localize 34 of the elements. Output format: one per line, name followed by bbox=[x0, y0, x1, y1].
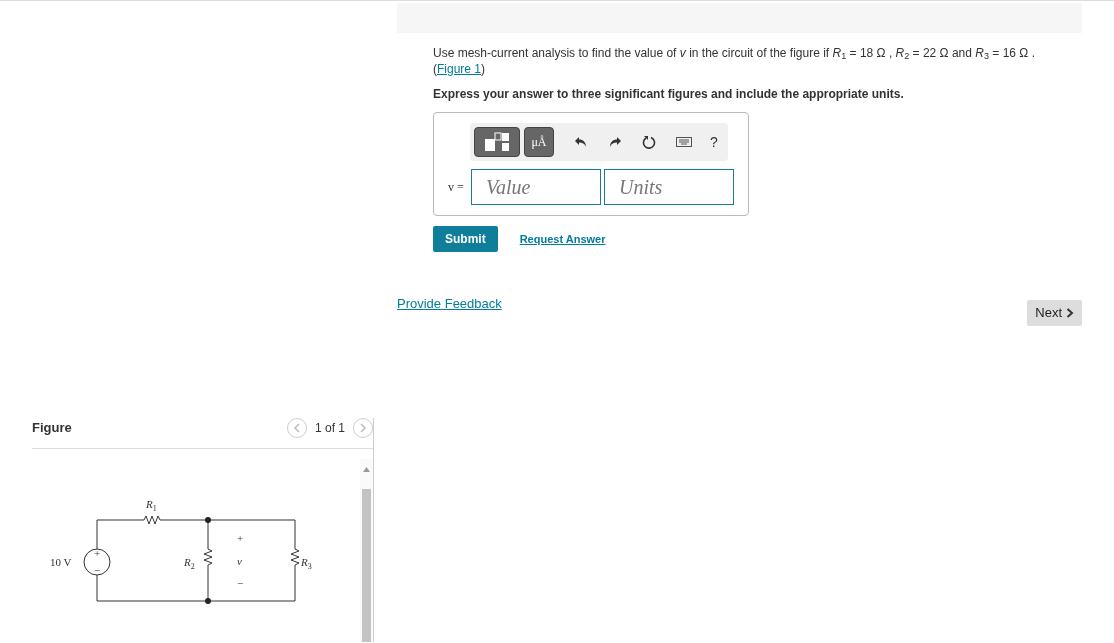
keyboard-icon[interactable] bbox=[676, 137, 692, 147]
minus-sign: − bbox=[94, 564, 101, 576]
provide-feedback-link[interactable]: Provide Feedback bbox=[397, 294, 502, 314]
value-input[interactable]: Value bbox=[471, 169, 601, 205]
units-input[interactable]: Units bbox=[604, 169, 734, 205]
figure-link[interactable]: Figure 1 bbox=[437, 62, 482, 76]
question-text: Use mesh-current analysis to find the value of v in the circuit of the figure if R$_{1}$ = 18 Ω , R$_{2}$ = 22 Ω and R$_{3}$ = 16 Ω . (Figure 1) bbox=[433, 45, 1036, 77]
chevron-left-icon bbox=[292, 423, 301, 433]
chevron-right-icon bbox=[359, 423, 367, 433]
voltage-label: 10 V bbox=[50, 556, 72, 568]
redo-icon[interactable] bbox=[608, 135, 622, 149]
request-answer-link[interactable]: Request Answer bbox=[519, 230, 606, 248]
undo-icon[interactable] bbox=[574, 135, 588, 149]
figure-heading: Figure bbox=[32, 419, 72, 438]
scroll-up-icon[interactable] bbox=[360, 464, 373, 473]
variable-label: v = bbox=[447, 179, 465, 196]
minus-sign: − bbox=[237, 577, 244, 589]
voltage-label: v bbox=[237, 555, 242, 567]
reset-icon[interactable] bbox=[642, 135, 656, 149]
plus-sign: + bbox=[237, 532, 244, 544]
r3-label: R$_{3}$ bbox=[301, 556, 312, 571]
plus-sign: + bbox=[94, 547, 101, 559]
help-button[interactable]: ? bbox=[704, 131, 724, 153]
r2-label: R$_{2}$ bbox=[184, 556, 195, 571]
template-icon bbox=[483, 131, 511, 153]
instruction-text: Express your answer to three significant figures and include the appropriate units. bbox=[433, 86, 905, 103]
submit-button[interactable]: Submit bbox=[433, 226, 498, 252]
scrollbar-thumb[interactable] bbox=[362, 489, 371, 642]
units-button[interactable]: μÅ bbox=[524, 127, 554, 157]
next-button[interactable]: Next bbox=[1027, 300, 1082, 326]
template-button[interactable] bbox=[474, 127, 520, 157]
page-counter: 1 of 1 bbox=[314, 420, 345, 437]
r1-label: R$_{1}$ bbox=[146, 498, 157, 513]
chevron-right-icon bbox=[1066, 307, 1074, 318]
